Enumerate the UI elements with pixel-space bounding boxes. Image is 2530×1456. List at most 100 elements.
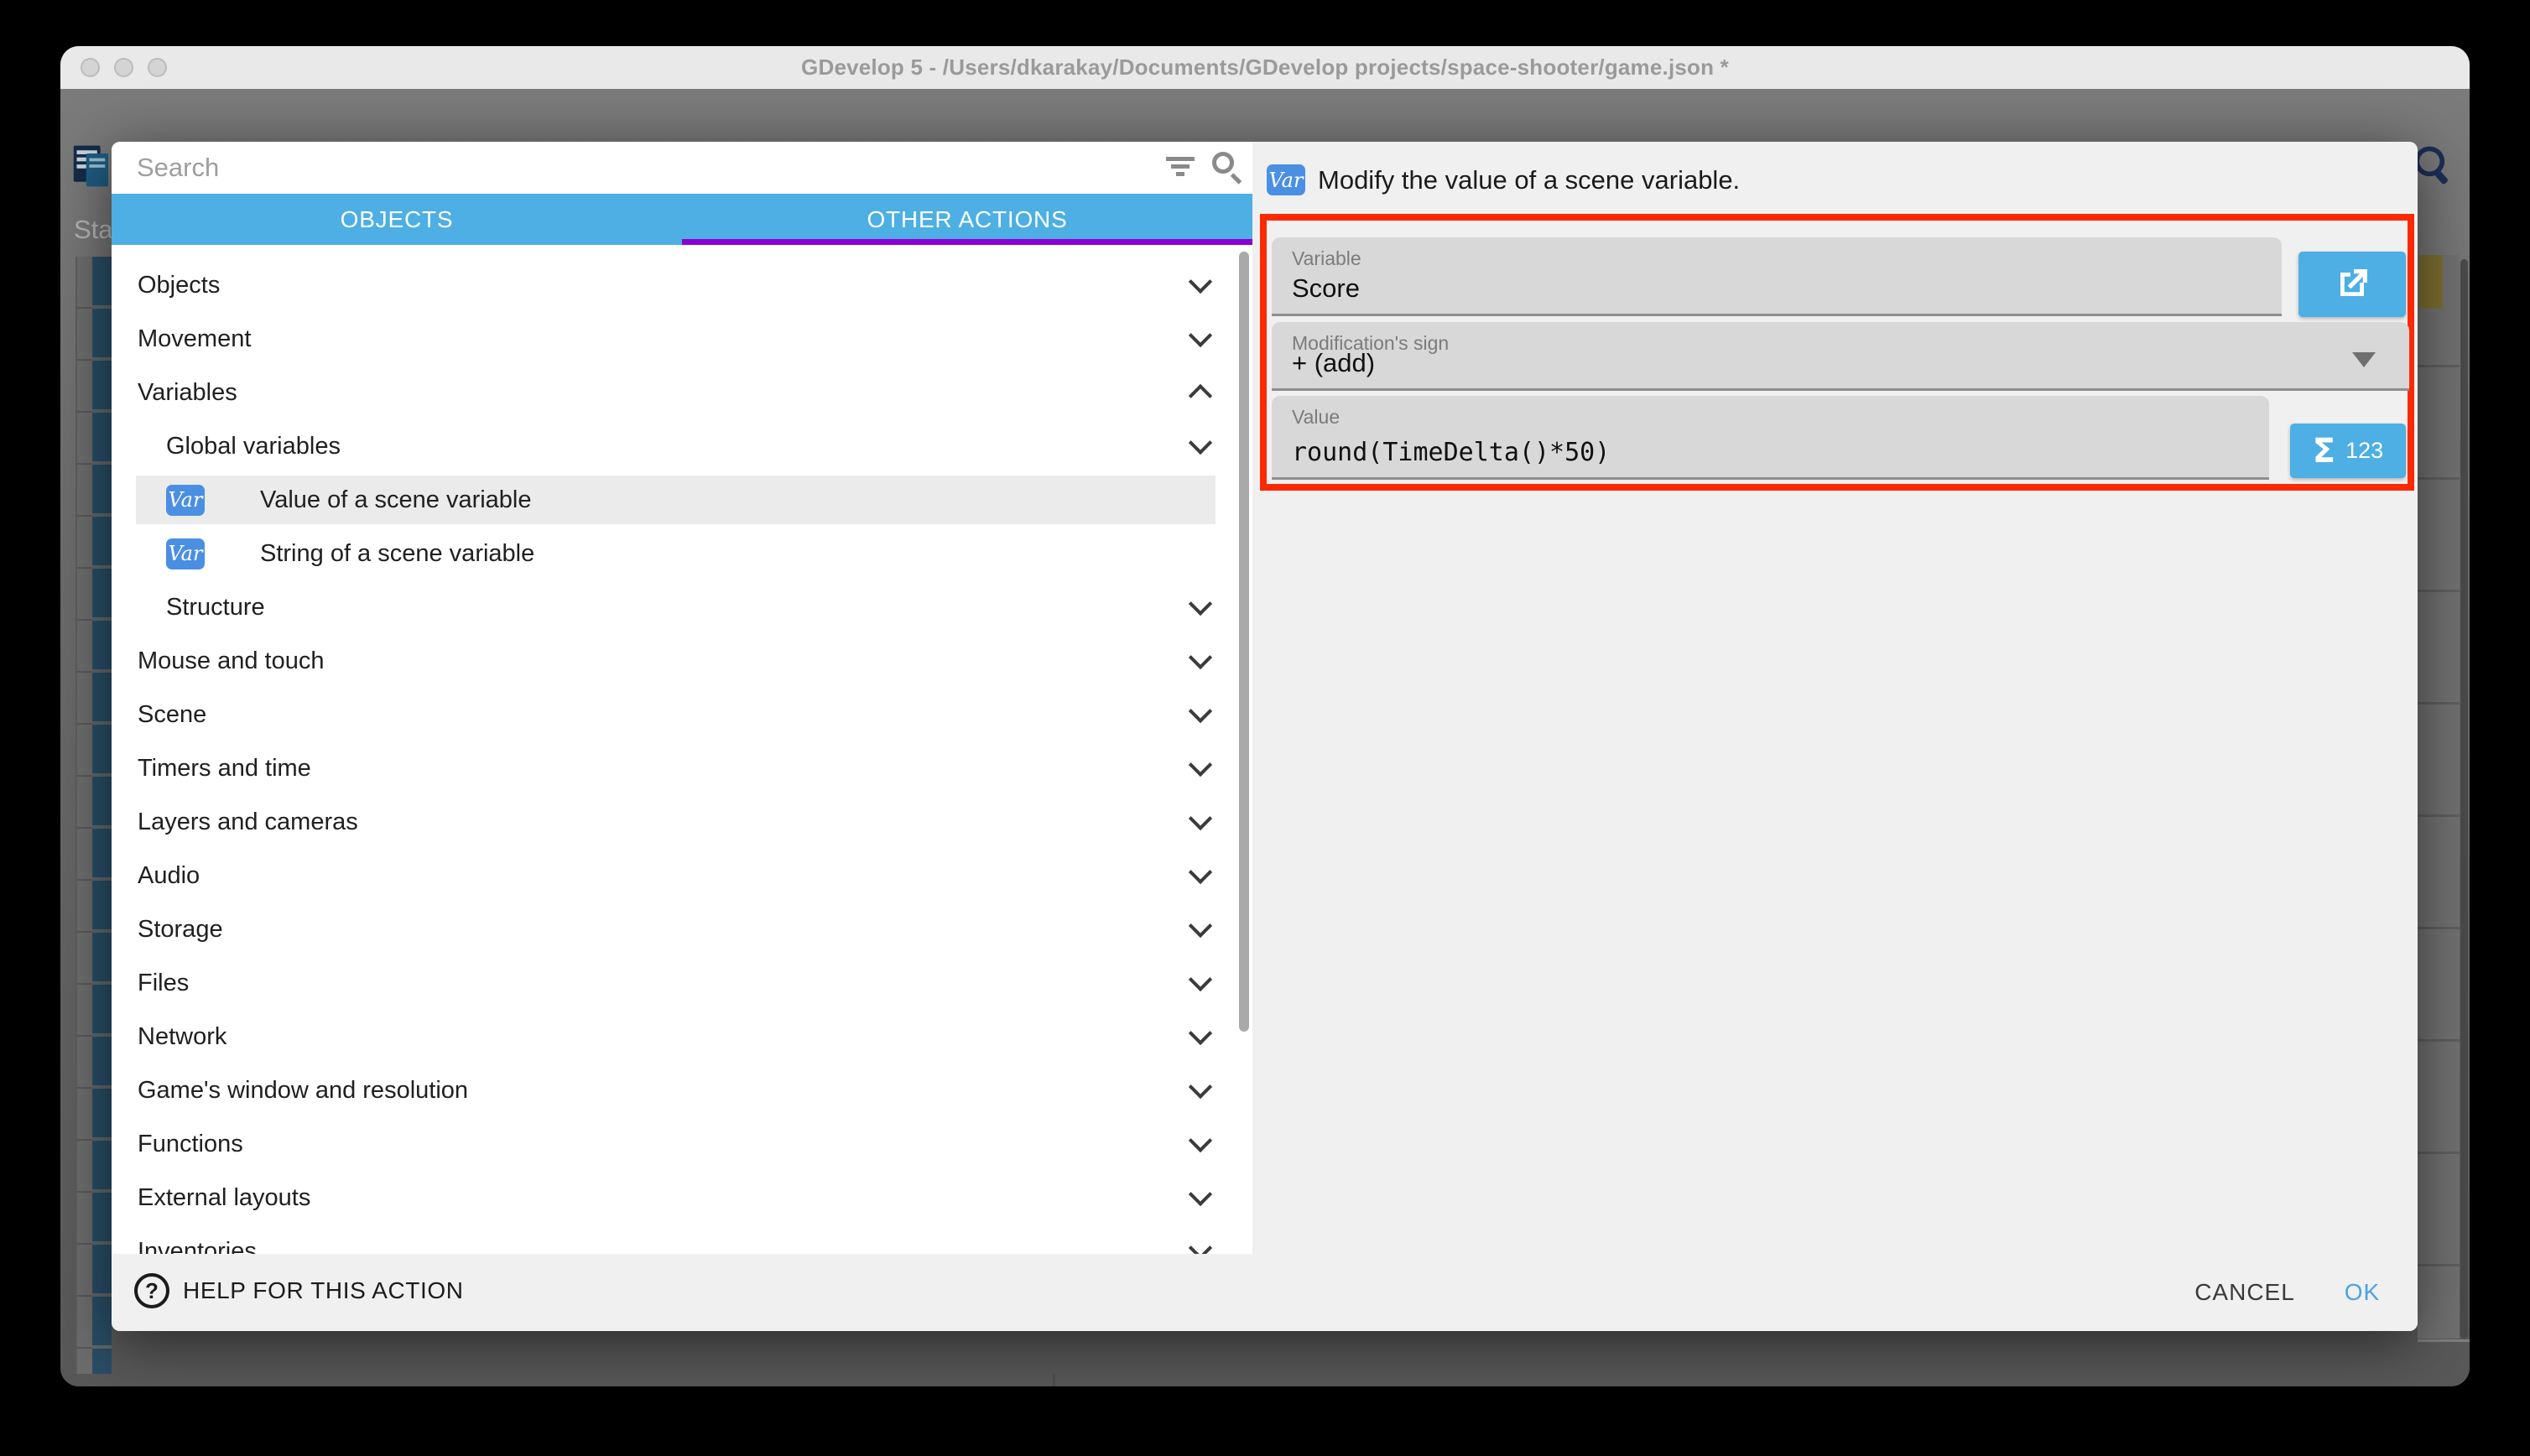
list-item-movement[interactable]: Movement	[112, 312, 1252, 366]
list-item-label: Files	[138, 970, 189, 997]
dialog-footer: ? HELP FOR THIS ACTION CANCEL OK	[112, 1254, 2418, 1331]
search-icon[interactable]	[1210, 150, 1244, 184]
minimize-button[interactable]	[114, 58, 133, 77]
scene-tab-label: Sta	[74, 215, 113, 245]
modification-sign-select[interactable]: Modification's sign + (add)	[1272, 322, 2409, 391]
value-field[interactable]: Value round(TimeDelta()*50)	[1272, 396, 2269, 480]
tab-objects[interactable]: OBJECTS	[112, 194, 682, 245]
list-item-label: Functions	[138, 1131, 243, 1158]
list-item-label: External layouts	[138, 1184, 310, 1212]
event-right-strip	[2418, 255, 2460, 1339]
event-sheet-bottom-row: Add condition ✗ Delete Meteors Add actio…	[60, 1374, 2470, 1386]
chevron-up-icon	[1189, 384, 1212, 408]
chevron-down-icon	[1189, 646, 1212, 669]
value-field-value: round(TimeDelta()*50)	[1292, 438, 1610, 467]
list-item-files[interactable]: Files	[112, 956, 1252, 1010]
variable-field-value: Score	[1292, 273, 1360, 304]
list-item-timers-and-time[interactable]: Timers and time	[112, 741, 1252, 795]
help-for-this-action[interactable]: ? HELP FOR THIS ACTION	[134, 1273, 464, 1308]
list-item-label: Value of a scene variable	[260, 486, 532, 514]
list-item-value-of-a-scene-variable[interactable]: Var Value of a scene variable	[112, 473, 1252, 527]
value-field-label: Value	[1292, 406, 1340, 429]
chevron-down-icon	[1189, 861, 1212, 884]
chevron-down-icon	[1189, 431, 1212, 455]
search-input[interactable]	[137, 147, 1127, 189]
chevron-down-icon	[1189, 699, 1212, 723]
list-item-structure[interactable]: Structure	[112, 580, 1252, 634]
list-item-network[interactable]: Network	[112, 1010, 1252, 1063]
chevron-down-icon	[1189, 807, 1212, 830]
action-header: Var Modify the value of a scene variable…	[1267, 164, 1740, 195]
list-item-label: Objects	[138, 272, 220, 299]
list-item-label: Scene	[138, 701, 206, 729]
action-parameters-panel: Var Modify the value of a scene variable…	[1252, 142, 2418, 1331]
list-item-game-s-window-and-resolution[interactable]: Game's window and resolution	[112, 1063, 1252, 1117]
list-item-label: Timers and time	[138, 755, 311, 783]
dialog-tabs: OBJECTS OTHER ACTIONS	[112, 194, 1252, 245]
list-item-storage[interactable]: Storage	[112, 902, 1252, 956]
list-item-string-of-a-scene-variable[interactable]: Var String of a scene variable	[112, 527, 1252, 580]
var-icon: Var	[1267, 164, 1305, 195]
list-item-label: Structure	[166, 594, 265, 621]
variable-field[interactable]: Variable Score	[1272, 237, 2282, 316]
zoom-button[interactable]	[148, 58, 167, 77]
help-label: HELP FOR THIS ACTION	[183, 1277, 464, 1304]
tab-active-indicator	[682, 239, 1252, 245]
sigma-icon: Σ	[2313, 432, 2335, 471]
close-button[interactable]	[81, 58, 100, 77]
chevron-down-icon	[1189, 592, 1212, 616]
list-item-label: Network	[138, 1023, 226, 1051]
ok-button[interactable]: OK	[2316, 1254, 2408, 1331]
event-separator-line	[2418, 1339, 2470, 1342]
list-item-mouse-and-touch[interactable]: Mouse and touch	[112, 634, 1252, 688]
var-icon: Var	[166, 485, 205, 516]
chevron-down-icon	[1189, 1022, 1212, 1045]
list-item-external-layouts[interactable]: External layouts	[112, 1171, 1252, 1225]
expression-builder-button[interactable]: Σ 123	[2290, 424, 2406, 478]
chevron-down-icon	[1189, 1236, 1212, 1254]
list-item-inventories[interactable]: Inventories	[112, 1225, 1252, 1254]
sigma-123-label: 123	[2345, 438, 2383, 464]
list-item-functions[interactable]: Functions	[112, 1117, 1252, 1171]
window-titlebar: GDevelop 5 - /Users/dkarakay/Documents/G…	[60, 46, 2470, 89]
list-item-label: String of a scene variable	[260, 540, 534, 568]
list-item-label: Variables	[138, 379, 237, 407]
event-rows-strip	[77, 257, 92, 1374]
open-in-new-icon	[2332, 264, 2372, 304]
list-item-scene[interactable]: Scene	[112, 688, 1252, 741]
var-icon: Var	[166, 538, 205, 569]
chevron-down-icon	[1189, 1129, 1212, 1152]
window-title: GDevelop 5 - /Users/dkarakay/Documents/G…	[801, 55, 1729, 81]
list-item-label: Global variables	[166, 433, 341, 460]
chevron-down-icon	[1189, 753, 1212, 777]
list-item-layers-and-cameras[interactable]: Layers and cameras	[112, 795, 1252, 849]
chevron-down-icon	[1189, 270, 1212, 294]
action-title: Modify the value of a scene variable.	[1318, 165, 1740, 195]
list-item-audio[interactable]: Audio	[112, 849, 1252, 902]
filter-icon[interactable]	[1165, 153, 1195, 182]
list-item-label: Audio	[138, 862, 200, 890]
event-sheet-scrollbar	[2460, 259, 2468, 1339]
list-scrollbar[interactable]	[1239, 252, 1249, 1032]
list-item-global-variables[interactable]: Global variables	[112, 419, 1252, 473]
chevron-down-icon	[2352, 352, 2376, 367]
list-item-label: Inventories	[138, 1238, 257, 1255]
list-item-label: Layers and cameras	[138, 809, 358, 836]
help-icon: ?	[134, 1273, 169, 1308]
list-item-objects[interactable]: Objects	[112, 258, 1252, 312]
list-item-label: Movement	[138, 325, 251, 353]
traffic-lights	[81, 46, 167, 89]
search-row	[112, 142, 1252, 194]
condition-action-divider	[1053, 1374, 1055, 1386]
chevron-down-icon	[1189, 1075, 1212, 1099]
open-variable-editor-button[interactable]	[2298, 252, 2406, 317]
action-editor-dialog: OBJECTS OTHER ACTIONS Objects Movement Var…	[112, 142, 2418, 1331]
chevron-down-icon	[1189, 324, 1212, 347]
chevron-down-icon	[1189, 1183, 1212, 1206]
cancel-button[interactable]: CANCEL	[2182, 1254, 2308, 1331]
list-item-variables[interactable]: Variables	[112, 366, 1252, 419]
variable-field-label: Variable	[1292, 247, 1361, 270]
list-item-label: Game's window and resolution	[138, 1077, 468, 1105]
tab-other-actions[interactable]: OTHER ACTIONS	[682, 194, 1252, 245]
modification-sign-value: + (add)	[1292, 348, 1375, 378]
